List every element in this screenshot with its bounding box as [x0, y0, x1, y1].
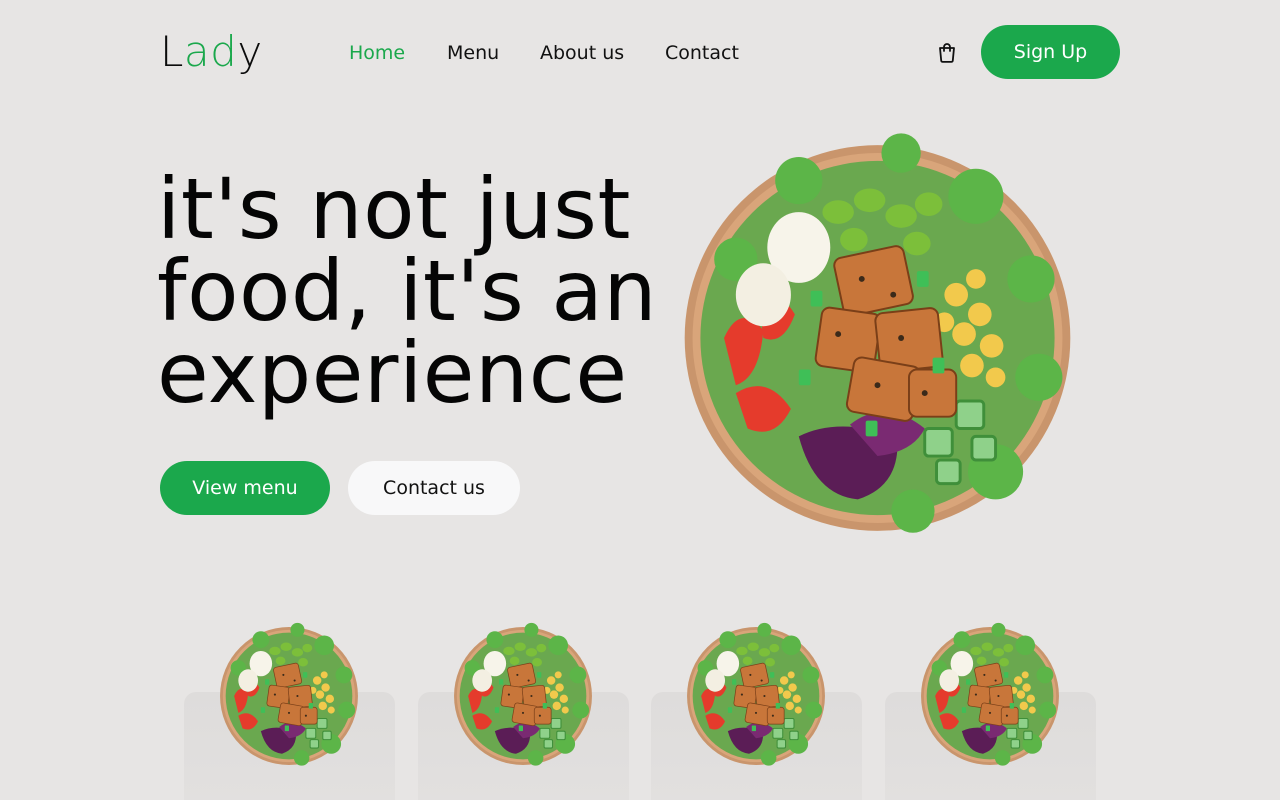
nav-item-menu[interactable]: Menu [447, 40, 499, 66]
menu-card-1-salad-bowl-image [219, 622, 359, 767]
contact-us-button[interactable]: Contact us [348, 461, 520, 515]
menu-card-3-salad-bowl-image [686, 622, 826, 767]
hero-headline: it's not just food, it's an experience [157, 160, 658, 422]
hero-headline-line-2: food, it's an [157, 242, 658, 340]
logo-text-part-3: y [237, 27, 263, 76]
menu-card-2-salad-bowl-image [453, 622, 593, 767]
menu-card-4-salad-bowl-image [920, 622, 1060, 767]
landing-page: Lady Home Menu About us Contact Sign Up … [0, 0, 1280, 800]
nav-item-about-us[interactable]: About us [540, 40, 624, 66]
hero-salad-bowl-image [683, 131, 1072, 535]
hero-headline-line-3: experience [157, 324, 628, 422]
sign-up-button[interactable]: Sign Up [981, 25, 1120, 79]
cart-button[interactable] [933, 39, 961, 67]
nav-item-home[interactable]: Home [349, 40, 405, 66]
brand-logo[interactable]: Lady [160, 27, 263, 77]
logo-text-part-2: ad [183, 27, 238, 76]
view-menu-button[interactable]: View menu [160, 461, 330, 515]
nav-item-contact[interactable]: Contact [665, 40, 739, 66]
hero-headline-line-1: it's not just [157, 160, 631, 258]
shopping-bag-icon [939, 43, 955, 63]
logo-text-part-1: L [160, 27, 184, 76]
